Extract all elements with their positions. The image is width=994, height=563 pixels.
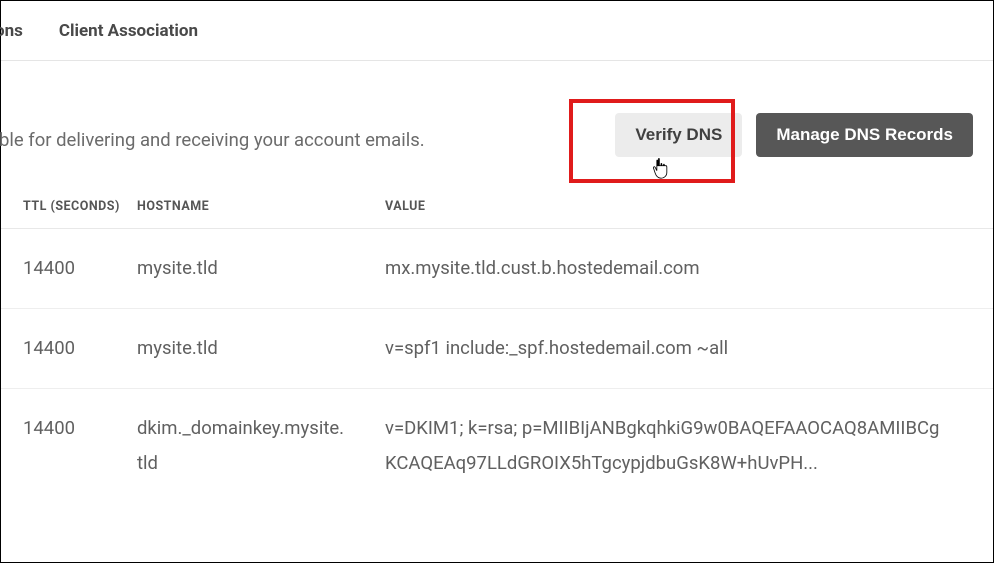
cell-hostname: mysite.tld (137, 309, 385, 389)
cell-value: v=DKIM1; k=rsa; p=MIIBIjANBgkqhkiG9w0BAQ… (385, 389, 993, 504)
verify-dns-button[interactable]: Verify DNS (615, 113, 742, 157)
th-hostname: HOSTNAME (137, 185, 385, 229)
manage-dns-records-button[interactable]: Manage DNS Records (756, 113, 973, 157)
tab-client-association[interactable]: Client Association (41, 1, 216, 60)
table-row: 14400 mysite.tld mx.mysite.tld.cust.b.ho… (1, 229, 993, 309)
th-value: VALUE (385, 185, 993, 229)
th-ttl: TTL (SECONDS) (1, 185, 137, 229)
cell-value: mx.mysite.tld.cust.b.hostedemail.com (385, 229, 993, 309)
tab-bar: ons Client Association (1, 1, 993, 61)
tab-partial[interactable]: ons (0, 1, 41, 60)
dns-records-table: TTL (SECONDS) HOSTNAME VALUE 14400 mysit… (1, 185, 993, 504)
cell-ttl: 14400 (1, 389, 137, 504)
description-text: ble for delivering and receiving your ac… (0, 129, 425, 151)
cell-ttl: 14400 (1, 229, 137, 309)
cell-hostname: mysite.tld (137, 229, 385, 309)
cell-ttl: 14400 (1, 309, 137, 389)
table-row: 14400 dkim._domainkey.mysite.tld v=DKIM1… (1, 389, 993, 504)
cell-hostname: dkim._domainkey.mysite.tld (137, 389, 385, 504)
cell-value: v=spf1 include:_spf.hostedemail.com ~all (385, 309, 993, 389)
table-row: 14400 mysite.tld v=spf1 include:_spf.hos… (1, 309, 993, 389)
cursor-pointer-icon (651, 157, 671, 181)
